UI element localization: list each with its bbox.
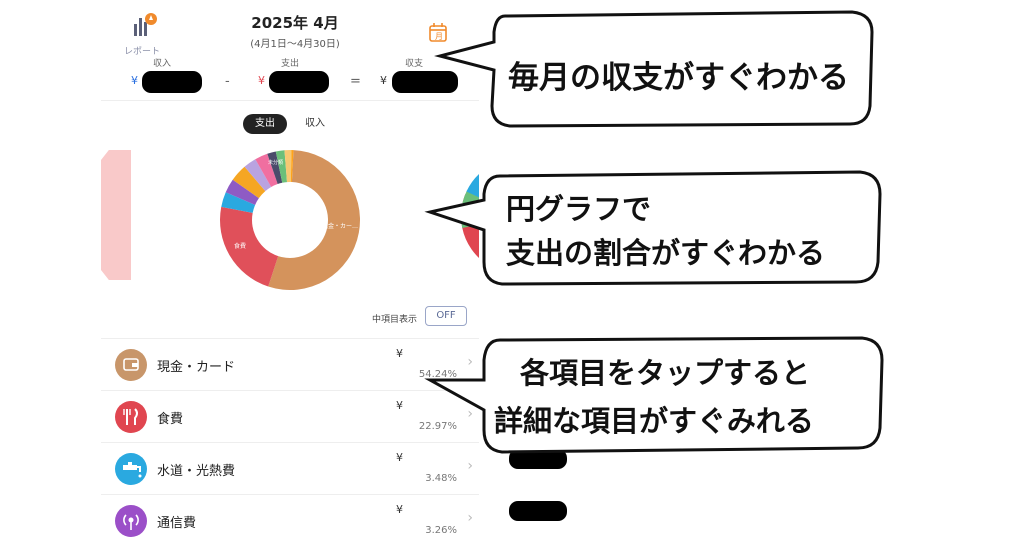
callout-text-1: 毎月の収支がすぐわかる: [508, 60, 849, 96]
callout-text-3b: 詳細な項目がすぐみれる: [494, 404, 814, 438]
callout-text-3a: 各項目をタップすると: [520, 356, 811, 390]
callout-text-2a: 円グラフで: [506, 192, 652, 226]
callout-text-2b: 支出の割合がすぐわかる: [506, 236, 826, 270]
